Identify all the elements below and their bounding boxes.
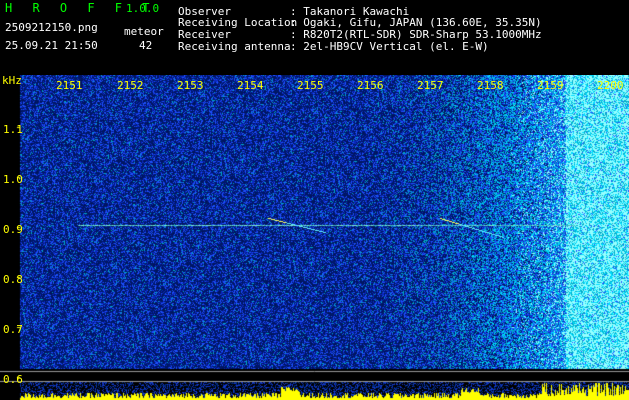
meteor-label: meteor [124,25,164,38]
y-tick-label: 1.0 [3,173,23,186]
x-tick-label: 2152 [117,79,144,92]
spectrogram-canvas [0,75,629,400]
x-tick-label: 2154 [237,79,264,92]
x-tick-label: 2156 [357,79,384,92]
x-tick-label: 2153 [177,79,204,92]
y-axis-unit: kHz [2,74,22,87]
x-tick-label: 2159 [537,79,564,92]
x-tick-label: 2155 [297,79,324,92]
antenna-value: : 2el-HB9CV Vertical (el. E-W) [290,40,489,53]
y-tick-label: 0.9 [3,223,23,236]
x-tick-label: 2151 [56,79,83,92]
x-tick-label: 2157 [417,79,444,92]
y-tick-label: 0.6 [3,373,23,386]
app-version: 1.0.0 [126,2,160,15]
x-tick-label: 2158 [477,79,504,92]
meteor-count: 42 [139,39,153,52]
header-panel: H R O F F T 1.0.0 2509212150.png meteor … [0,0,629,75]
y-tick-label: 0.8 [3,273,23,286]
y-tick-label: 0.7 [3,323,23,336]
image-filename: 2509212150.png [5,21,98,34]
antenna-label: Receiving antenna [178,40,291,53]
y-tick-label: 1.1 [3,123,23,136]
capture-datetime: 25.09.21 21:50 [5,39,98,52]
x-tick-label: 2200 [597,79,624,92]
